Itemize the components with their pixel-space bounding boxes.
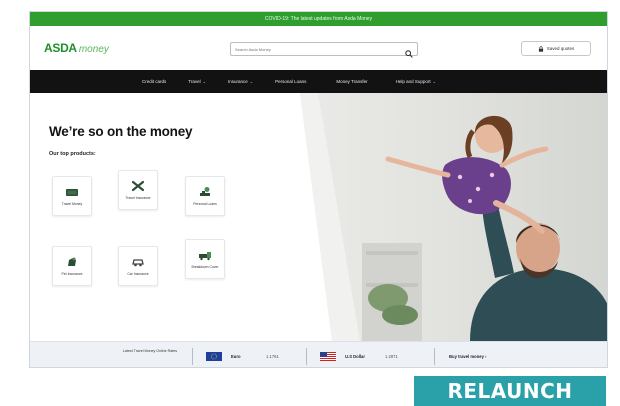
product-label: Travel Insurance <box>125 196 151 200</box>
us-flag-icon <box>320 352 336 361</box>
divider <box>434 348 435 365</box>
travel-money-rates-bar: Latest Travel Money Online Rates Euro 1.… <box>30 341 607 367</box>
logo-brand: ASDA <box>44 41 77 55</box>
currency-name-euro: Euro <box>231 354 241 359</box>
website-screenshot: COVID-19: The latest updates from Asda M… <box>29 11 608 368</box>
rates-title: Latest Travel Money Online Rates <box>122 349 178 353</box>
lock-icon <box>538 45 544 52</box>
nav-item-label: Money Transfer <box>336 79 368 84</box>
chevron-down-icon: ⌄ <box>432 79 437 84</box>
product-tile-pet-insurance[interactable]: Pet Insurance <box>52 246 92 286</box>
divider <box>306 348 307 365</box>
chevron-down-icon: ⌄ <box>202 79 206 84</box>
nav-item-help-and-support[interactable]: Help and Support ⌄ <box>396 79 436 84</box>
eu-flag-icon <box>206 352 222 361</box>
breakdown-icon <box>199 252 211 261</box>
promo-text: COVID-19: The latest updates from Asda M… <box>264 16 373 22</box>
nav-item-label: Help and Support <box>395 79 431 84</box>
product-tile-breakdown-cover[interactable]: Breakdown Cover <box>185 239 225 279</box>
nav-item-credit-cards[interactable]: Credit cards <box>142 79 166 84</box>
main-navigation: Credit cards Travel ⌄ Insurance ⌄ Person… <box>30 70 607 93</box>
promo-banner[interactable]: COVID-19: The latest updates from Asda M… <box>30 12 607 26</box>
nav-item-label: Travel <box>188 79 201 84</box>
product-label: Pet Insurance <box>61 272 83 276</box>
product-label: Personal Loans <box>193 202 217 206</box>
saved-quotes-button[interactable]: Saved quotes <box>521 41 591 56</box>
site-header: ASDA money Saved quotes <box>30 26 607 70</box>
nav-item-money-transfer[interactable]: Money Transfer <box>336 79 367 84</box>
nav-item-label: Credit cards <box>142 79 167 84</box>
nav-item-label: Personal Loans <box>275 79 307 84</box>
nav-item-label: Insurance <box>227 79 248 84</box>
car-icon <box>132 259 144 267</box>
buy-travel-money-link[interactable]: Buy travel money › <box>449 354 486 359</box>
saved-quotes-label: Saved quotes <box>546 46 575 51</box>
currency-rate-us-dollar: 1.2871 <box>385 354 398 359</box>
hero-photo-father-and-daughter <box>270 93 607 341</box>
travel-money-icon <box>66 189 78 196</box>
search-icon[interactable] <box>405 45 413 58</box>
product-tile-travel-insurance[interactable]: Travel Insurance <box>118 170 158 210</box>
product-tile-travel-money[interactable]: Travel Money <box>52 176 92 216</box>
nav-item-travel[interactable]: Travel ⌄ <box>188 79 206 84</box>
hero-section: We’re so on the money Our top products: … <box>30 93 607 341</box>
product-label: Travel Money <box>61 202 83 206</box>
product-label: Breakdown Cover <box>191 265 219 269</box>
plane-icon <box>131 180 145 192</box>
search-box[interactable] <box>230 42 418 58</box>
hero-subtitle: Our top products: <box>49 151 96 157</box>
divider <box>192 348 193 365</box>
product-tile-car-insurance[interactable]: Car Insurance <box>118 246 158 286</box>
pet-icon <box>68 257 76 266</box>
logo-product: money <box>78 44 109 55</box>
product-tile-personal-loans[interactable]: Personal Loans <box>185 176 225 216</box>
nav-item-insurance[interactable]: Insurance ⌄ <box>228 79 253 84</box>
asda-money-logo[interactable]: ASDA money <box>44 41 109 55</box>
personal-loans-icon <box>200 187 210 196</box>
search-input[interactable] <box>235 46 405 52</box>
currency-rate-euro: 1.1761 <box>266 354 279 359</box>
hero-title: We’re so on the money <box>49 124 193 139</box>
relaunch-badge: RELAUNCH <box>414 376 606 406</box>
product-label: Car Insurance <box>127 272 149 276</box>
currency-name-us-dollar: U.S Dollar <box>345 354 366 359</box>
chevron-down-icon: ⌄ <box>249 79 254 84</box>
nav-item-personal-loans[interactable]: Personal Loans <box>275 79 306 84</box>
